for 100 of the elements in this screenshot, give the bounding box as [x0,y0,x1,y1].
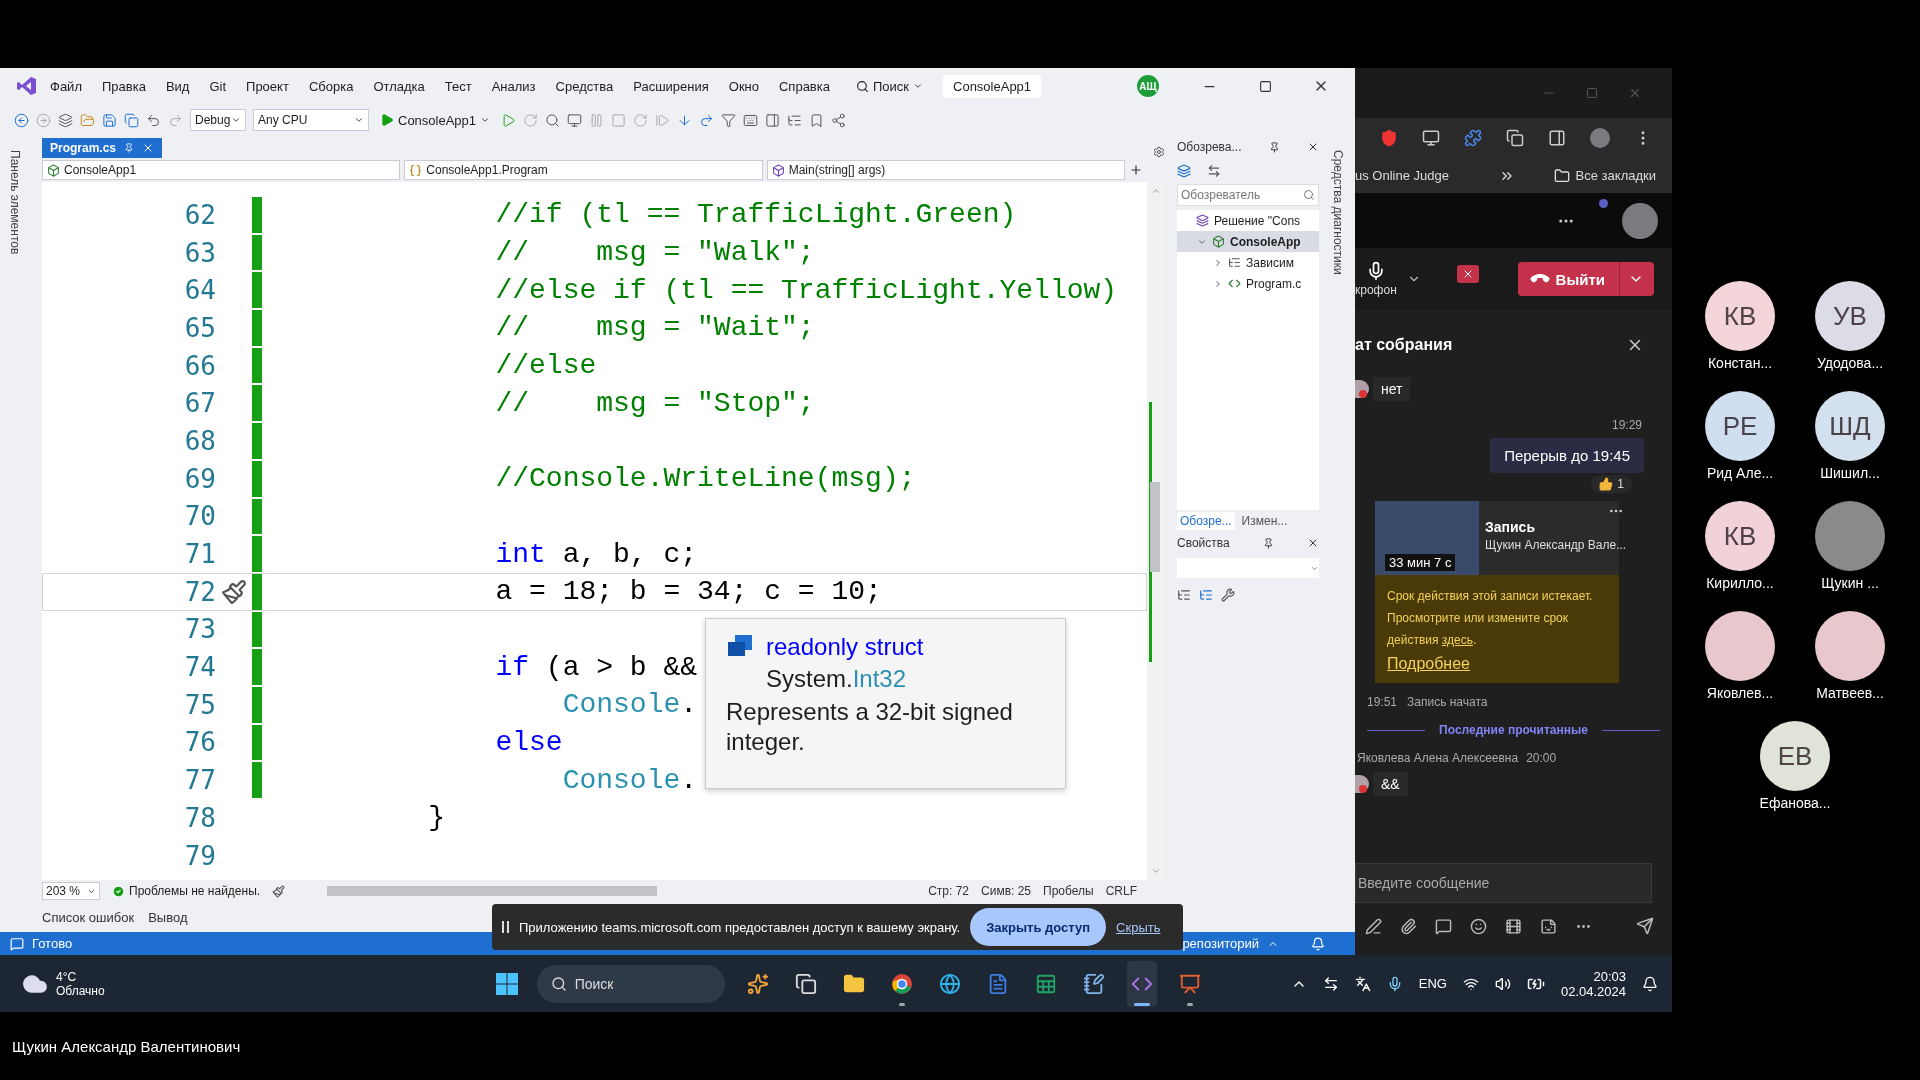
tree-item[interactable]: Решение "Cons [1177,210,1319,231]
step-over-icon[interactable] [699,112,715,128]
line-indicator[interactable]: Стр: 72 [928,884,969,898]
scroll-thumb[interactable] [1150,482,1160,572]
document-tab[interactable]: Program.cs [42,138,163,158]
transfer-icon[interactable] [1322,975,1339,992]
undo-icon[interactable] [146,112,161,128]
paintbrush-icon[interactable] [221,578,247,605]
menu-item[interactable]: Файл [42,74,90,98]
participant-avatar[interactable]: УВ [1815,281,1885,351]
search-button[interactable]: Поиск [848,75,931,97]
monitor-icon[interactable] [1422,129,1440,147]
details-link[interactable]: Подробнее [1387,655,1607,673]
tabs-icon[interactable] [1506,129,1524,147]
leave-button[interactable]: Выйти [1517,262,1654,296]
issues-status[interactable]: Проблемы не найдены. [129,884,261,898]
bookmark-icon[interactable] [809,112,825,128]
participant-avatar[interactable]: КВ [1705,281,1775,351]
bookmark[interactable]: us Online Judge [1355,168,1449,183]
hide-link[interactable]: Скрыть [1116,919,1161,935]
line-ending-indicator[interactable]: CRLF [1105,884,1137,898]
account-avatar[interactable]: АЩ [1137,75,1159,97]
navigation-dropdown[interactable]: ConsoleApp1.Program [404,160,763,180]
horizontal-scrollbar[interactable] [327,886,658,896]
emoji-icon[interactable] [1470,917,1487,935]
window-icon[interactable] [567,112,583,128]
navigation-dropdown[interactable]: Main(string[] args) [766,160,1125,180]
message-field[interactable]: Введите сообщение [1355,863,1652,903]
platform-dropdown[interactable]: Any CPU [253,109,369,131]
participant-avatar[interactable]: ЕВ [1760,721,1830,791]
all-bookmarks-button[interactable]: Все закладки [1553,167,1656,184]
tree-item[interactable]: Program.c [1177,273,1319,294]
participant-avatar[interactable]: ШД [1815,391,1885,461]
paintbrush-icon[interactable] [272,884,286,898]
language-indicator[interactable]: ENG [1418,976,1447,991]
start-icon[interactable] [494,971,519,996]
close-icon[interactable] [1307,537,1319,549]
stop-sharing-button[interactable]: Закрыть доступ [970,908,1107,946]
stop-sharing-button[interactable] [1456,265,1479,283]
participant-avatar[interactable]: КВ [1705,501,1775,571]
zoom-dropdown[interactable]: 203 % [42,882,100,900]
find-icon[interactable] [545,112,561,128]
pin-icon[interactable] [1262,537,1274,549]
shield-icon[interactable] [1380,129,1398,147]
menu-item[interactable]: Сборка [300,74,362,98]
whitespace-indicator[interactable]: Пробелы [1043,884,1094,898]
split-icon[interactable] [1129,163,1143,177]
reaction-pill[interactable]: 1 [1591,475,1632,493]
send-icon[interactable] [1636,917,1654,935]
configuration-dropdown[interactable]: Debug [190,109,246,131]
menu-item[interactable]: Вид [157,74,198,98]
menu-item[interactable]: Git [201,74,235,98]
clock-date[interactable]: 02.04.2024 [1560,983,1626,999]
here-link[interactable]: здесь [1441,633,1473,647]
column-indicator[interactable]: Симв: 25 [981,884,1032,898]
microphone-button[interactable]: крофон [1355,261,1397,297]
tool-tab[interactable]: Вывод [148,909,188,925]
language-icon[interactable] [1354,975,1371,992]
panel-tab[interactable]: Обозре... [1177,512,1235,530]
panel-icon[interactable] [765,112,781,128]
save-icon[interactable] [102,112,117,128]
menu-item[interactable]: Окно [720,74,767,98]
start-button[interactable]: ConsoleApp1 [376,112,495,128]
panel-tab[interactable]: Измен... [1238,512,1291,530]
pin-icon[interactable] [1268,141,1280,153]
taskbar-search[interactable]: Поиск [536,964,725,1003]
repository-button[interactable]: репозиторий [1182,936,1259,951]
menu-item[interactable]: Тест [436,74,480,98]
wrench-icon[interactable] [1221,588,1235,602]
diagnostics-tab[interactable]: Средства диагностики [1331,150,1345,275]
menu-item[interactable]: Справка [771,74,838,98]
output-icon[interactable] [10,936,24,951]
side-panel-icon[interactable] [1548,129,1566,147]
spelling-icon[interactable] [743,112,759,128]
restart-icon[interactable] [633,112,649,128]
participant-avatar[interactable]: РЕ [1705,391,1775,461]
back-icon[interactable] [14,112,29,128]
settings-icon[interactable] [1153,146,1165,158]
list-icon[interactable] [787,112,803,128]
volume-icon[interactable] [1494,975,1511,992]
filter-icon[interactable] [721,112,737,128]
menu-item[interactable]: Анализ [483,74,544,98]
step-into-icon[interactable] [677,112,693,128]
clock-time[interactable]: 20:03 [1593,968,1626,984]
toolbox-tab[interactable]: Панель элементов [8,150,22,255]
share-icon[interactable] [831,112,847,128]
sync-icon[interactable] [1207,164,1221,178]
menu-item[interactable]: Средства [547,74,622,98]
taskbar-app[interactable] [1126,960,1157,1007]
tree-item[interactable]: ConsoleApp [1177,231,1319,252]
navigation-dropdown[interactable]: ConsoleApp1 [42,160,401,180]
profile-avatar[interactable] [1590,128,1610,148]
tool-tab[interactable]: Список ошибок [42,909,135,925]
puzzle-icon[interactable] [1464,129,1482,147]
menu-item[interactable]: Расширения [625,74,717,98]
tree-item[interactable]: Зависим [1177,252,1319,273]
menu-item[interactable]: Правка [93,74,154,98]
photo-placeholder[interactable] [1622,202,1658,239]
pen-icon[interactable] [1365,917,1382,935]
pin-icon[interactable] [124,143,135,153]
